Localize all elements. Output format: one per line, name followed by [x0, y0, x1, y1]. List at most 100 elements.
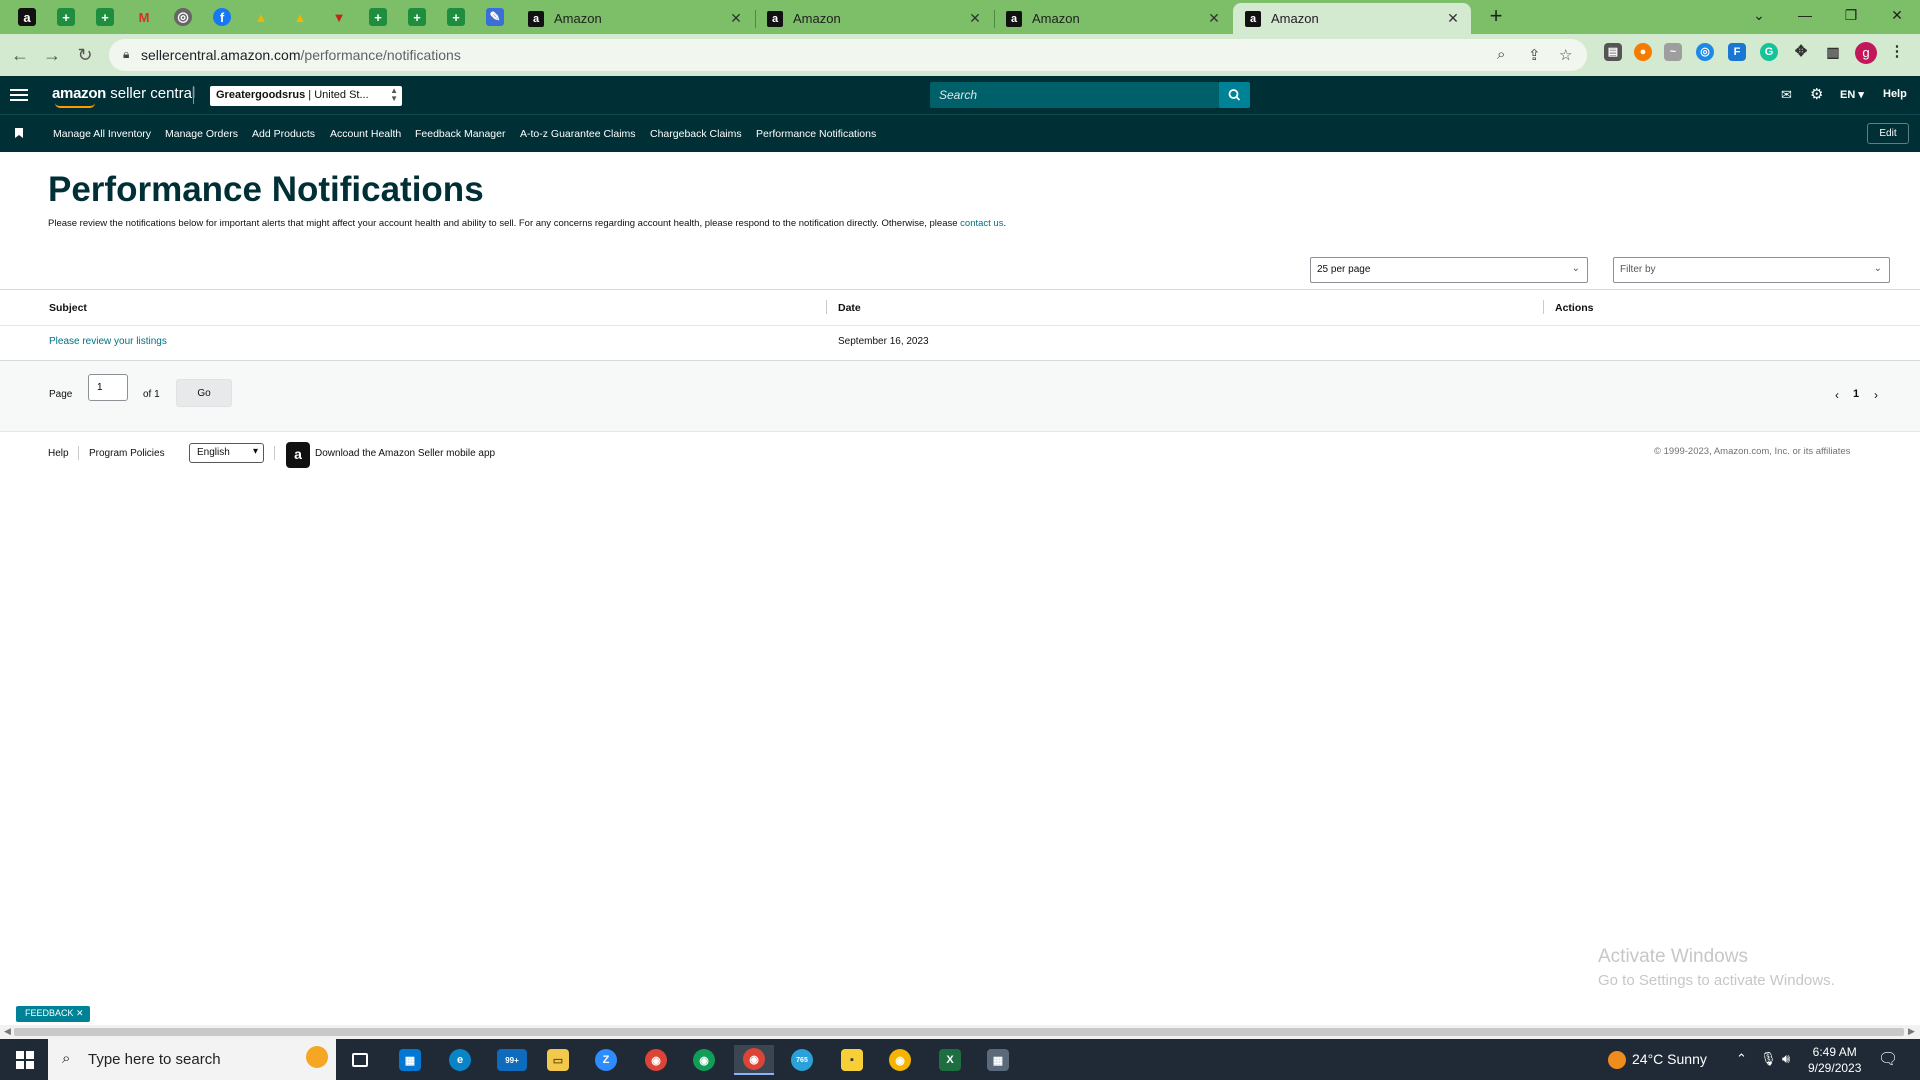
horizontal-scrollbar[interactable]: ◀ ▶ [0, 1025, 1920, 1039]
tab-amazon-3[interactable]: a Amazon ✕ [994, 3, 1232, 34]
nav-item-feedback-manager[interactable]: Feedback Manager [415, 128, 505, 140]
reload-icon[interactable]: ↻ [73, 43, 97, 67]
close-icon[interactable]: ✕ [1204, 10, 1224, 27]
grammarly-icon[interactable]: G [1760, 43, 1778, 61]
chrome-profile-icon[interactable]: ◉ [684, 1045, 724, 1075]
tab-amazon-active[interactable]: a Amazon ✕ [1233, 3, 1471, 34]
chrome-icon-2[interactable]: ◉ [880, 1045, 920, 1075]
taskbar-search-input[interactable] [88, 1039, 288, 1080]
pinned-tab-drive-2[interactable]: ▲ [281, 0, 319, 34]
notification-center-icon[interactable]: 🗨︎ [1878, 1049, 1898, 1069]
filter-by-select[interactable]: Filter by ⌄ [1613, 257, 1890, 283]
close-icon[interactable]: ✕ [726, 10, 746, 27]
bookmark-star-icon[interactable]: ☆ [1559, 46, 1572, 64]
search-input[interactable] [930, 82, 1219, 108]
pinned-tab-drive[interactable]: ▲ [242, 0, 280, 34]
pinned-tab-sheets-5[interactable]: + [437, 0, 475, 34]
window-close-button[interactable]: ✕ [1874, 0, 1920, 32]
pinned-tab-sheets-2[interactable]: + [86, 0, 124, 34]
nav-item-account-health[interactable]: Account Health [330, 128, 401, 140]
tab-search-chevron-icon[interactable]: ⌄ [1736, 0, 1782, 32]
lock-icon[interactable]: 🔒︎ [123, 47, 129, 62]
microsoft-store-icon[interactable]: ▦ [390, 1045, 430, 1075]
program-policies-link[interactable]: Program Policies [89, 448, 165, 459]
nav-item-chargeback-claims[interactable]: Chargeback Claims [650, 128, 742, 140]
extension-fba-icon[interactable]: F [1728, 43, 1746, 61]
extension-off-icon[interactable]: ▤ [1604, 43, 1622, 61]
mail-app-icon[interactable]: 99+ [492, 1045, 532, 1075]
pinned-tab-vpn[interactable]: ▼ [320, 0, 358, 34]
tray-chevron-icon[interactable]: ⌃ [1736, 1051, 1747, 1067]
next-page-icon[interactable]: › [1874, 388, 1878, 402]
taskbar-search[interactable]: ⌕ [48, 1039, 336, 1080]
mail-icon[interactable]: ✉ [1781, 87, 1792, 103]
puzzle-icon[interactable]: ✥ [1792, 43, 1810, 61]
back-arrow-icon[interactable]: ← [8, 43, 32, 67]
forward-arrow-icon[interactable]: → [40, 43, 64, 67]
download-app-link[interactable]: Download the Amazon Seller mobile app [315, 448, 495, 459]
per-page-select[interactable]: 25 per page ⌄ [1310, 257, 1588, 283]
task-view-icon[interactable] [340, 1045, 380, 1075]
url-text[interactable]: sellercentral.amazon.com/performance/not… [141, 47, 461, 63]
column-header-subject[interactable]: Subject [49, 302, 87, 314]
restore-button[interactable]: ❐ [1828, 0, 1874, 32]
pinned-tab-web[interactable]: ◎ [164, 0, 202, 34]
telegram-icon[interactable]: 765 [782, 1045, 822, 1075]
header-help-link[interactable]: Help [1883, 88, 1907, 100]
kebab-menu-icon[interactable]: ⋮ [1888, 43, 1906, 61]
file-explorer-icon[interactable]: ▭ [538, 1045, 578, 1075]
nav-item-performance-notifications[interactable]: Performance Notifications [756, 128, 876, 140]
extension-chart-icon[interactable]: ~ [1664, 43, 1682, 61]
edit-nav-button[interactable]: Edit [1867, 123, 1909, 144]
go-button[interactable]: Go [176, 379, 232, 407]
current-page-number[interactable]: 1 [1853, 388, 1859, 400]
page-number-input[interactable] [88, 374, 128, 401]
speaker-icon[interactable]: 🔊︎ [1782, 1051, 1790, 1067]
language-switcher[interactable]: EN ▾ [1840, 88, 1864, 101]
nav-item-add-products[interactable]: Add Products [252, 128, 315, 140]
share-icon[interactable]: ⇪ [1528, 46, 1541, 64]
new-tab-button[interactable]: + [1483, 4, 1509, 30]
amazon-app-icon[interactable]: a [286, 442, 310, 468]
taskbar-weather[interactable]: 24°C Sunny [1608, 1051, 1707, 1070]
profile-avatar[interactable]: g [1855, 42, 1877, 64]
feedback-button[interactable]: FEEDBACK ✕ [16, 1006, 90, 1022]
sticky-notes-icon[interactable]: ▪ [832, 1045, 872, 1075]
zoom-app-icon[interactable]: Z [586, 1045, 626, 1075]
chrome-icon[interactable]: ◉ [636, 1045, 676, 1075]
gear-icon[interactable]: ⚙ [1810, 85, 1823, 103]
pinned-tab-gmail[interactable]: M [125, 0, 163, 34]
address-bar[interactable]: 🔒︎ sellercentral.amazon.com/performance/… [109, 39, 1587, 71]
extension-globe-icon[interactable]: ◎ [1696, 43, 1714, 61]
excel-icon[interactable]: X [930, 1045, 970, 1075]
windows-start-icon[interactable] [16, 1051, 34, 1069]
nav-item-atoz-claims[interactable]: A-to-z Guarantee Claims [520, 128, 636, 140]
nav-item-manage-inventory[interactable]: Manage All Inventory [53, 128, 151, 140]
nav-item-manage-orders[interactable]: Manage Orders [165, 128, 238, 140]
pinned-tab-sheets-3[interactable]: + [359, 0, 397, 34]
scrollbar-thumb[interactable] [14, 1028, 1904, 1036]
calculator-icon[interactable]: ▦ [978, 1045, 1018, 1075]
scroll-left-icon[interactable]: ◀ [4, 1026, 11, 1037]
column-header-date[interactable]: Date [838, 302, 861, 314]
pinned-tab-amazon[interactable]: a [8, 0, 46, 34]
pinned-tab-facebook[interactable]: f [203, 0, 241, 34]
tab-amazon-1[interactable]: a Amazon ✕ [516, 3, 754, 34]
account-switcher[interactable]: Greatergoodsrus | United St... ▲ ▼ [210, 86, 402, 106]
tab-amazon-2[interactable]: a Amazon ✕ [755, 3, 993, 34]
pinned-tab-pen[interactable]: ✎ [476, 0, 514, 34]
previous-page-icon[interactable]: ‹ [1835, 388, 1839, 402]
close-icon[interactable]: ✕ [1443, 10, 1463, 27]
pinned-tab-sheets[interactable]: + [47, 0, 85, 34]
notification-subject-link[interactable]: Please review your listings [49, 336, 167, 347]
scroll-right-icon[interactable]: ▶ [1908, 1026, 1915, 1037]
footer-language-select[interactable]: English ▾ [189, 443, 264, 463]
seller-central-logo[interactable]: amazon seller central [52, 85, 195, 102]
search-button[interactable] [1219, 82, 1250, 108]
pinned-tab-sheets-4[interactable]: + [398, 0, 436, 34]
taskbar-clock[interactable]: 6:49 AM 9/29/2023 [1808, 1044, 1861, 1076]
close-icon[interactable]: ✕ [76, 1008, 84, 1018]
hamburger-menu-icon[interactable] [10, 86, 28, 104]
chrome-active-icon[interactable]: ◉ [734, 1045, 774, 1075]
close-icon[interactable]: ✕ [965, 10, 985, 27]
